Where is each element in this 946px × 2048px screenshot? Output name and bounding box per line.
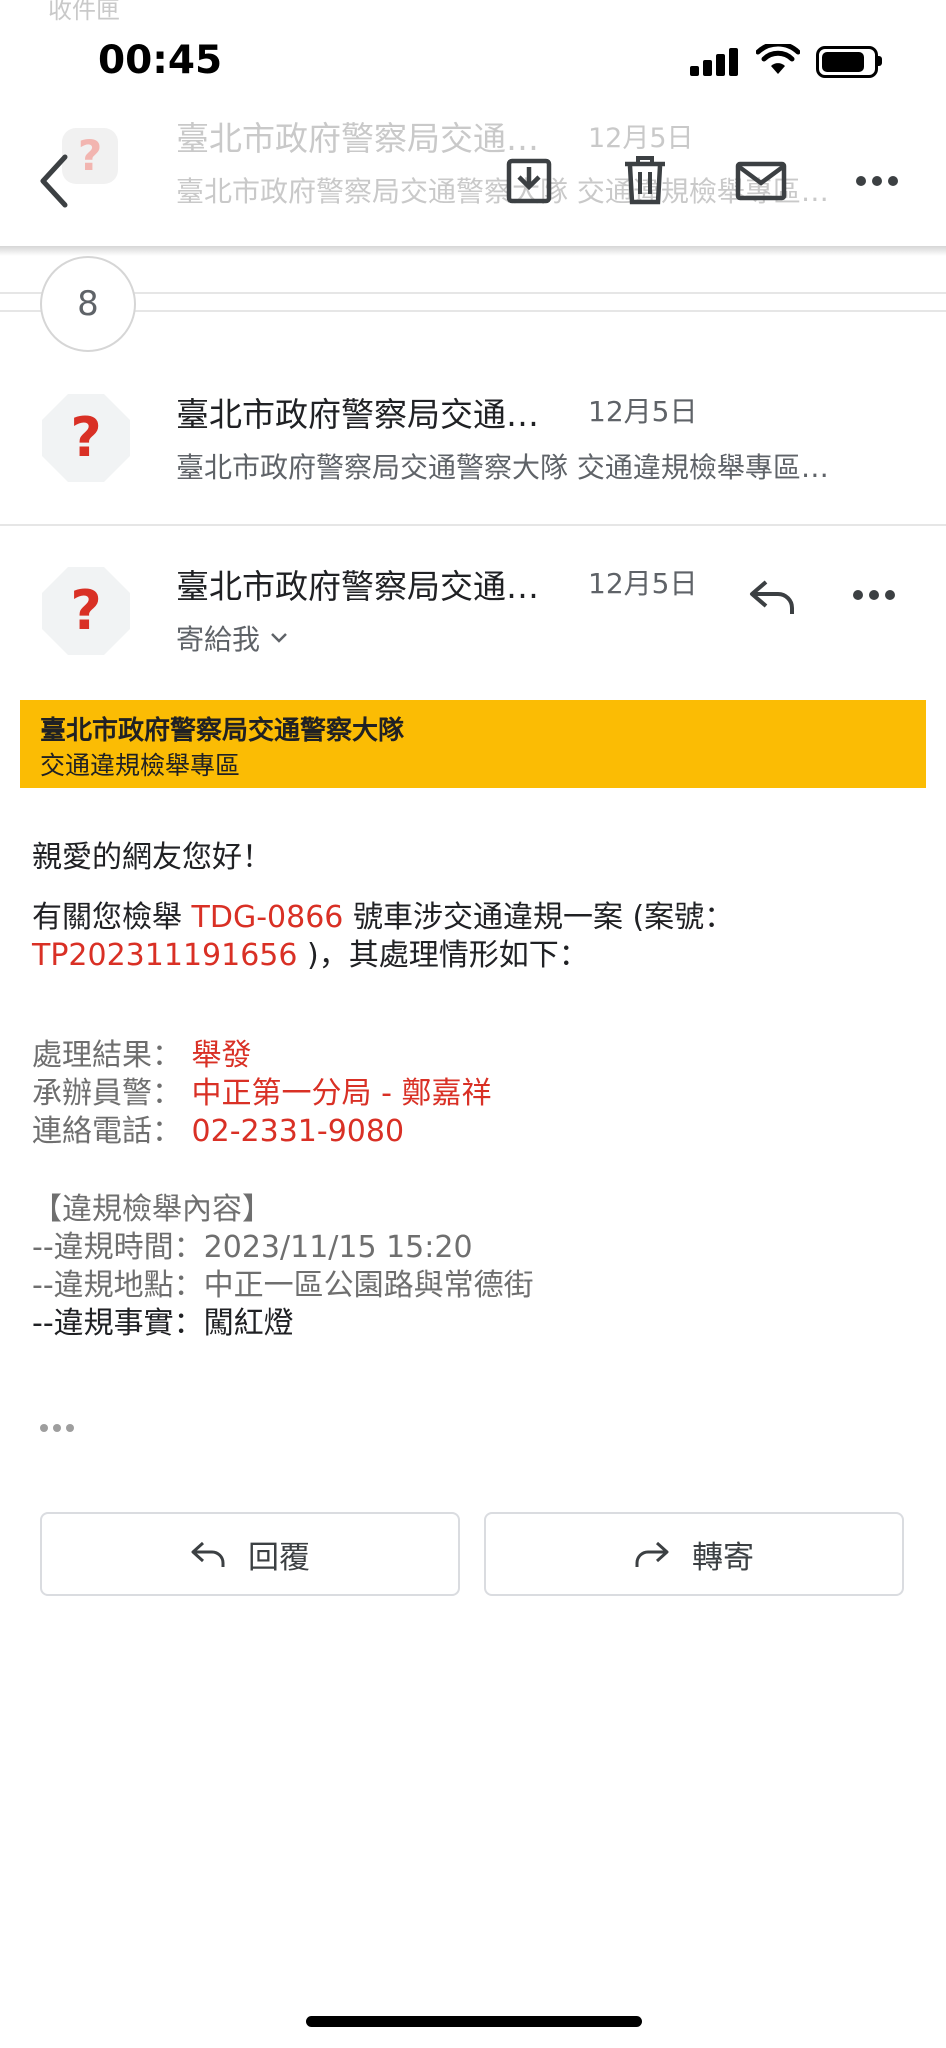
email-banner: 臺北市政府警察局交通警察大隊 交通違規檢舉專區 xyxy=(20,700,926,788)
more-horizontal-icon xyxy=(856,176,898,186)
svg-text:?: ? xyxy=(70,406,101,469)
wifi-icon xyxy=(755,41,801,80)
show-trimmed-content-button[interactable] xyxy=(40,1410,88,1446)
collapsed-messages-count[interactable]: 8 xyxy=(40,256,136,352)
battery-icon xyxy=(816,46,878,78)
banner-title: 臺北市政府警察局交通警察大隊 xyxy=(40,716,405,746)
message-preview: 臺北市政府警察局交通警察大隊 交通違規檢舉專區… xyxy=(176,451,829,484)
violation-fact: --違規事實：闖紅燈 xyxy=(32,1306,294,1341)
collapsed-message-row[interactable]: ? 臺北市政府警察局交通… 12月5日 臺北市政府警察局交通警察大隊 交通違規檢… xyxy=(0,358,946,524)
forward-label: 轉寄 xyxy=(692,1539,754,1576)
sender-avatar-icon: ? xyxy=(42,567,130,655)
mark-unread-button[interactable] xyxy=(726,146,796,216)
svg-text:?: ? xyxy=(70,579,101,642)
message-sender: 臺北市政府警察局交通… xyxy=(176,395,539,434)
message-date: 12月5日 xyxy=(588,395,698,428)
sender-avatar-icon: ? xyxy=(42,394,130,482)
sender-faded: 臺北市政府警察局交通… xyxy=(176,119,539,158)
reply-label: 回覆 xyxy=(248,1539,310,1576)
collapsed-divider-bottom xyxy=(0,310,946,312)
cellular-signal-icon xyxy=(690,48,742,76)
intro-line-2: TP202311191656 )，其處理情形如下： xyxy=(32,930,589,974)
battery-tip xyxy=(878,56,882,66)
phone-line: 連絡電話： 02-2331-9080 xyxy=(32,1106,404,1150)
more-horizontal-icon xyxy=(853,590,895,600)
open-message-date: 12月5日 xyxy=(588,567,698,600)
archive-button[interactable] xyxy=(494,146,564,216)
open-message-sender: 臺北市政府警察局交通… xyxy=(176,567,539,606)
status-time: 00:45 xyxy=(98,38,223,83)
home-indicator[interactable] xyxy=(306,2016,642,2027)
phone-label: 連絡電話： xyxy=(32,1114,182,1149)
back-button[interactable] xyxy=(20,146,90,216)
message-divider xyxy=(0,524,946,526)
recipient-details-toggle[interactable]: 寄給我 xyxy=(176,618,288,658)
archive-icon xyxy=(506,158,552,204)
collapsed-divider-top xyxy=(0,292,946,294)
more-options-button[interactable] xyxy=(842,146,912,216)
recipient-label: 寄給我 xyxy=(176,623,261,656)
banner-subtitle: 交通違規檢舉專區 xyxy=(40,751,241,780)
intro-text-3: )，其處理情形如下： xyxy=(297,938,589,973)
forward-button[interactable]: 轉寄 xyxy=(484,1512,904,1596)
case-number: TP202311191656 xyxy=(32,938,298,973)
forward-icon xyxy=(635,1541,669,1567)
back-arrow-icon xyxy=(40,154,68,208)
reply-button[interactable]: 回覆 xyxy=(40,1512,460,1596)
trash-icon xyxy=(625,156,665,205)
inbox-label-faded: 收件匣 xyxy=(48,0,120,24)
toolbar-shadow xyxy=(0,246,946,256)
delete-button[interactable] xyxy=(610,146,680,216)
greeting: 親愛的網友您好！ xyxy=(32,840,272,875)
mail-icon xyxy=(735,161,787,201)
reply-icon xyxy=(750,580,794,614)
message-more-button[interactable] xyxy=(852,580,902,610)
chevron-down-icon xyxy=(271,633,287,643)
reply-icon-button[interactable] xyxy=(742,566,802,626)
reply-icon xyxy=(191,1541,225,1567)
phone-value[interactable]: 02-2331-9080 xyxy=(192,1114,405,1149)
